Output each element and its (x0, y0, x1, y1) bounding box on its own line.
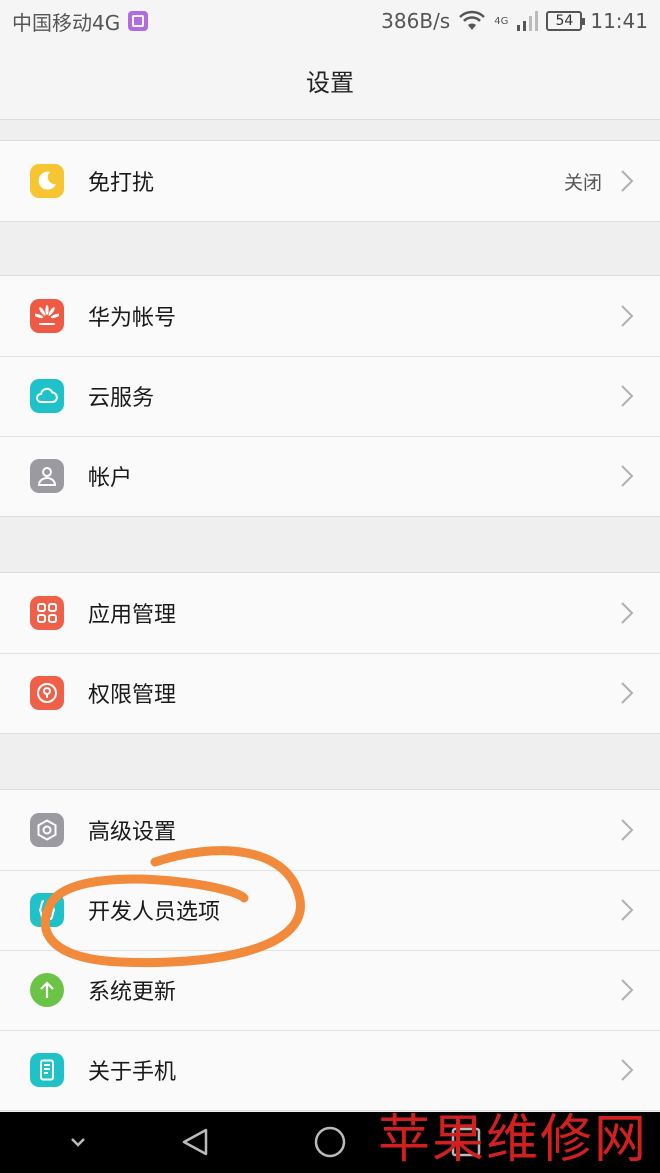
settings-group-3: 应用管理 权限管理 (0, 572, 660, 734)
chevron-right-icon (621, 979, 634, 1001)
chevron-right-icon (621, 602, 634, 624)
clock: 11:41 (590, 9, 648, 33)
settings-item-permission-management[interactable]: 权限管理 (0, 653, 660, 733)
signal-icon (517, 11, 539, 31)
gallery-notification-icon (128, 11, 149, 31)
network-speed: 386B/s (381, 9, 451, 33)
braces-icon (30, 893, 64, 927)
chevron-down-icon[interactable] (60, 1124, 96, 1160)
chevron-right-icon (621, 465, 634, 487)
settings-item-app-management[interactable]: 应用管理 (0, 573, 660, 653)
settings-group-4: 高级设置 开发人员选项 系统更新 关于手机 (0, 789, 660, 1111)
settings-item-do-not-disturb[interactable]: 免打扰 关闭 (0, 141, 660, 221)
settings-item-developer-options[interactable]: 开发人员选项 (0, 870, 660, 950)
settings-item-value: 关闭 (563, 171, 602, 194)
status-bar: 中国移动4G 386B/s 4G 54 11:41 (0, 0, 660, 42)
moon-icon (30, 164, 64, 198)
chevron-right-icon (621, 1059, 634, 1081)
settings-item-label: 华为帐号 (88, 306, 177, 331)
settings-item-label: 权限管理 (88, 683, 177, 708)
page-title: 设置 (306, 69, 354, 97)
apps-grid-icon (30, 596, 64, 630)
settings-item-label: 高级设置 (88, 820, 177, 845)
settings-item-label: 帐户 (88, 466, 133, 491)
settings-item-cloud-service[interactable]: 云服务 (0, 356, 660, 436)
watermark-text: 苹果维修网 (378, 1110, 649, 1170)
status-right: 386B/s 4G 54 11:41 (381, 9, 648, 33)
settings-item-label: 关于手机 (88, 1060, 177, 1085)
user-icon (30, 459, 64, 493)
settings-item-label: 免打扰 (88, 171, 155, 196)
carrier-name: 中国移动4G (12, 10, 121, 35)
settings-group-1: 免打扰 关闭 (0, 140, 660, 222)
battery-icon: 54 (546, 11, 586, 31)
chevron-right-icon (621, 305, 634, 327)
chevron-right-icon (621, 170, 634, 192)
settings-item-label: 云服务 (88, 386, 155, 411)
signal-type: 4G (494, 15, 509, 27)
chevron-right-icon (621, 899, 634, 921)
chevron-right-icon (621, 819, 634, 841)
settings-item-label: 开发人员选项 (88, 900, 221, 925)
gear-icon (30, 813, 64, 847)
back-triangle-icon[interactable] (178, 1124, 214, 1160)
arrow-up-icon (30, 973, 64, 1007)
wifi-icon (459, 10, 486, 30)
settings-item-system-update[interactable]: 系统更新 (0, 950, 660, 1030)
settings-item-huawei-account[interactable]: 华为帐号 (0, 276, 660, 356)
settings-group-2: 华为帐号 云服务 帐户 (0, 275, 660, 517)
settings-item-account[interactable]: 帐户 (0, 436, 660, 516)
home-circle-icon[interactable] (312, 1124, 348, 1160)
battery-level: 54 (555, 13, 574, 29)
settings-item-label: 应用管理 (88, 603, 177, 628)
key-lock-icon (30, 676, 64, 710)
phone-icon (30, 1053, 64, 1087)
title-bar: 设置 (0, 42, 660, 120)
chevron-right-icon (621, 682, 634, 704)
status-left: 中国移动4G (12, 7, 149, 36)
cloud-icon (30, 379, 64, 413)
settings-item-label: 系统更新 (88, 980, 177, 1005)
chevron-right-icon (621, 385, 634, 407)
huawei-logo-icon (30, 299, 64, 333)
settings-item-advanced-settings[interactable]: 高级设置 (0, 790, 660, 870)
